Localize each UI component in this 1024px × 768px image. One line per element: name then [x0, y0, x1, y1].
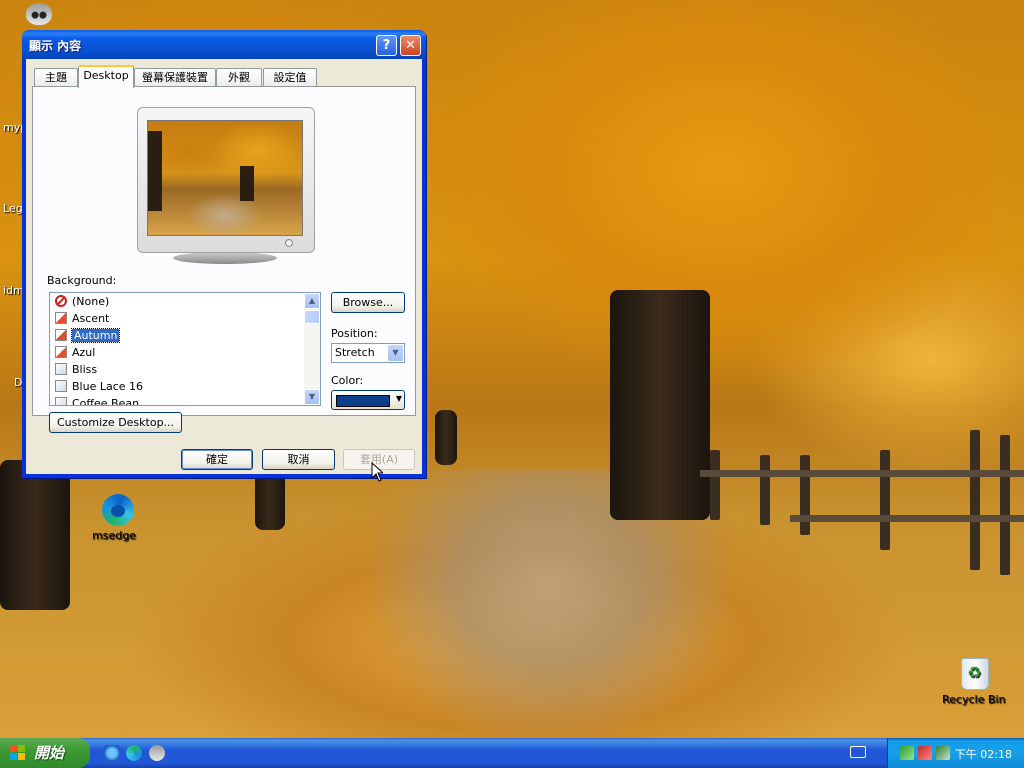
wallpaper-tree-trunk: [435, 410, 457, 465]
tab-desktop[interactable]: Desktop: [78, 65, 134, 88]
tab-appearance[interactable]: 外觀: [216, 68, 262, 86]
desktop-icon-recycle-bin[interactable]: Recycle Bin: [942, 658, 1008, 706]
scroll-thumb[interactable]: [304, 310, 320, 324]
desktop-icon-label: msedge: [92, 529, 136, 542]
tab-theme[interactable]: 主題: [34, 68, 78, 86]
start-label: 開始: [34, 744, 65, 762]
list-item[interactable]: Azul: [55, 345, 95, 361]
help-icon: ?: [382, 38, 391, 53]
dialog-title: 顯示 內容: [29, 39, 82, 53]
chevron-down-icon[interactable]: ▼: [388, 345, 403, 361]
desktop-tab-panel: Background: (None) Ascent Autumn Azul Bl…: [32, 86, 416, 433]
listbox-scrollbar[interactable]: ▲ ▼: [304, 293, 320, 405]
bmp-file-icon: [55, 363, 67, 375]
desktop-icon-label-clipped[interactable]: Leg: [3, 202, 23, 215]
list-item[interactable]: Ascent: [55, 311, 109, 327]
desktop-icon-msedge[interactable]: msedge: [92, 494, 144, 542]
scroll-up-icon[interactable]: ▲: [304, 293, 320, 309]
dialog-title-bar[interactable]: 顯示 內容 ? ✕: [22, 30, 426, 59]
color-label: Color:: [331, 374, 364, 387]
monitor-stand: [173, 252, 277, 264]
tab-screen-saver[interactable]: 螢幕保護裝置: [134, 68, 216, 86]
customize-desktop-button[interactable]: Customize Desktop...: [49, 412, 182, 433]
jpg-file-icon: [55, 329, 67, 341]
wallpaper-tree-trunk: [0, 460, 70, 610]
desktop-icon-label-clipped[interactable]: idm: [3, 284, 24, 297]
start-button[interactable]: 開始: [0, 738, 90, 768]
cancel-button[interactable]: 取消: [262, 449, 335, 470]
ok-button[interactable]: 確定: [181, 449, 253, 470]
jpg-file-icon: [55, 346, 67, 358]
network-icon[interactable]: [900, 746, 914, 760]
taskbar: 開始 下午 02:18: [0, 738, 1024, 768]
wallpaper-fence: [700, 430, 1024, 590]
raccoon-icon[interactable]: [149, 745, 165, 761]
security-shield-icon[interactable]: [918, 746, 932, 760]
safely-remove-icon[interactable]: [936, 746, 950, 760]
wallpaper-tree-trunk: [610, 290, 710, 520]
monitor-preview: [137, 107, 315, 253]
raccoon-icon: [26, 3, 52, 25]
edge-icon[interactable]: [126, 745, 142, 761]
position-label: Position:: [331, 327, 378, 340]
chevron-down-icon: ▼: [395, 394, 402, 403]
system-tray: 下午 02:18: [887, 738, 1024, 768]
mouse-cursor-icon: [371, 462, 383, 482]
bmp-file-icon: [55, 397, 67, 405]
edge-icon: [102, 494, 134, 526]
list-item-selected[interactable]: Autumn: [55, 328, 121, 344]
browse-button[interactable]: Browse...: [331, 292, 405, 313]
none-icon: [55, 295, 67, 307]
jpg-file-icon: [55, 312, 67, 324]
position-value: Stretch: [335, 346, 375, 359]
desktop-icon-label: Recycle Bin: [942, 693, 1006, 706]
ie-icon[interactable]: [104, 745, 120, 761]
help-button[interactable]: ?: [376, 35, 397, 56]
close-button[interactable]: ✕: [400, 35, 421, 56]
bmp-file-icon: [55, 380, 67, 392]
list-item[interactable]: Blue Lace 16: [55, 379, 143, 395]
background-label: Background:: [47, 274, 117, 287]
power-led-icon: [285, 239, 293, 247]
color-swatch: [336, 395, 390, 407]
wallpaper-preview: [147, 120, 303, 236]
list-item[interactable]: Bliss: [55, 362, 97, 378]
scroll-down-icon[interactable]: ▼: [304, 389, 320, 405]
desktop-icon-raccoon[interactable]: [22, 3, 56, 25]
dialog-client-area: 主題 Desktop 螢幕保護裝置 外觀 設定值 Background: (No…: [26, 59, 422, 474]
wallpaper-tree-trunk: [255, 470, 285, 530]
clock[interactable]: 下午 02:18: [955, 746, 1012, 762]
list-item[interactable]: (None): [55, 294, 109, 310]
list-item[interactable]: Coffee Bean: [55, 396, 139, 405]
background-listbox[interactable]: (None) Ascent Autumn Azul Bliss Blue Lac…: [49, 292, 321, 406]
close-icon: ✕: [405, 38, 416, 53]
display-properties-dialog: 顯示 內容 ? ✕ 主題 Desktop 螢幕保護裝置 外觀 設定值 Backg…: [22, 30, 426, 478]
recycle-bin-icon: [961, 658, 989, 690]
tab-settings[interactable]: 設定值: [263, 68, 317, 86]
keyboard-icon[interactable]: [850, 746, 866, 758]
color-picker-button[interactable]: ▼: [331, 390, 405, 410]
windows-logo-icon: [10, 745, 26, 761]
position-select[interactable]: Stretch ▼: [331, 343, 405, 363]
